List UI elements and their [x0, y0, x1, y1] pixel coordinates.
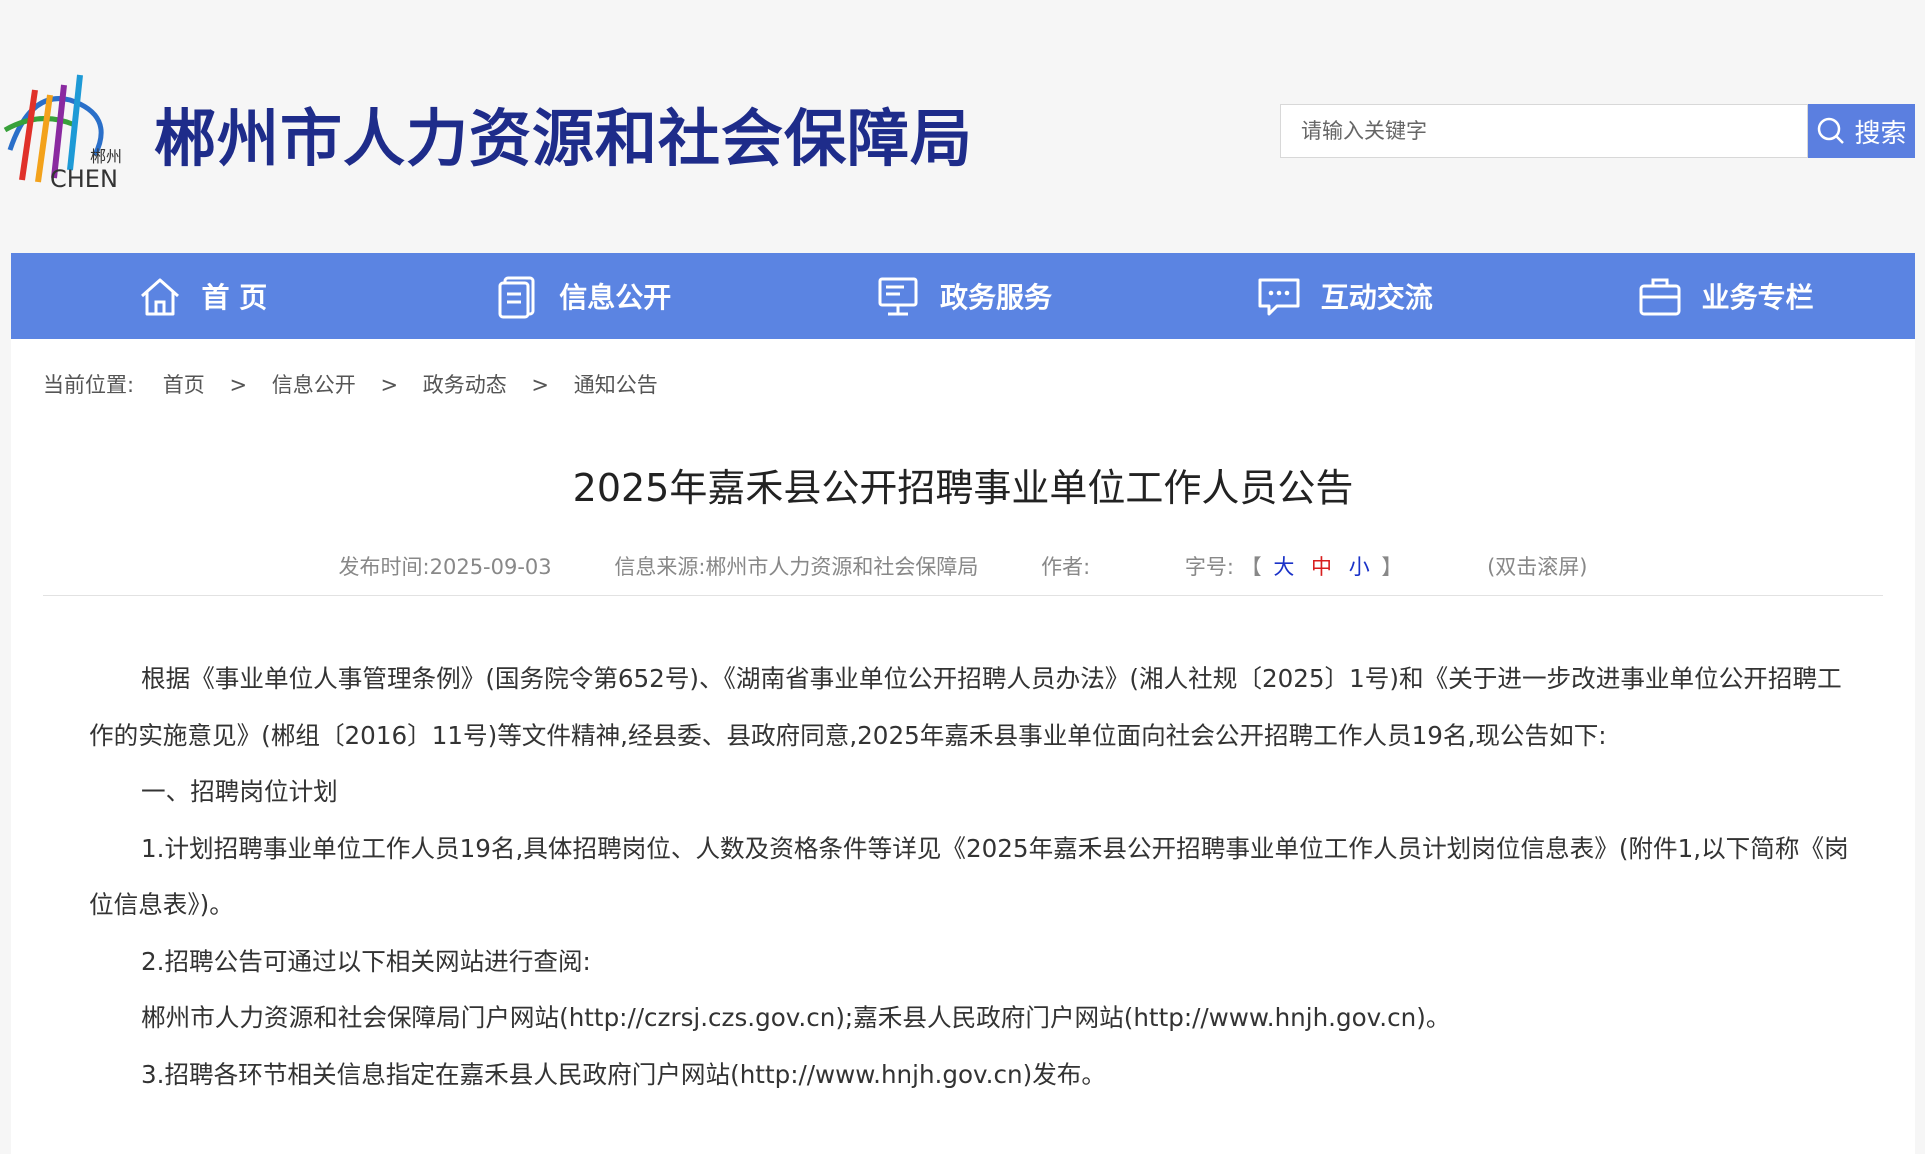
main-nav: 首 页 信息公开 政务服务 互动交流 业务专栏: [11, 253, 1915, 339]
logo-graphic: 郴州 CHEN: [3, 74, 122, 193]
article-paragraph: 3.招聘各环节相关信息指定在嘉禾县人民政府门户网站(http://www.hnj…: [141, 1059, 1106, 1089]
search-button-label: 搜索: [1854, 118, 1907, 149]
site-header: 郴州 CHEN 郴州市人力资源和社会保障局 搜索: [0, 0, 1925, 253]
author: 作者:: [1041, 555, 1091, 579]
breadcrumb-separator: >: [229, 373, 248, 397]
nav-label: 互动交流: [1320, 281, 1433, 314]
font-size-small[interactable]: 小: [1349, 555, 1370, 579]
nav-label: 信息公开: [559, 281, 672, 314]
font-size-control: 字号: 【 大 中 小 】: [1185, 555, 1409, 579]
nav-label: 业务专栏: [1701, 281, 1814, 314]
font-size-medium[interactable]: 中: [1311, 555, 1332, 579]
nav-item-business[interactable]: 业务专栏: [1534, 253, 1915, 339]
site-logo[interactable]: 郴州 CHEN: [0, 70, 130, 193]
search-box: [1280, 104, 1808, 158]
scroll-hint[interactable]: (双击滚屏): [1487, 555, 1587, 579]
breadcrumb-link-info[interactable]: 信息公开: [272, 369, 356, 399]
meta-divider: [43, 595, 1883, 596]
breadcrumb-link-home[interactable]: 首页: [163, 369, 205, 399]
site-title: 郴州市人力资源和社会保障局: [154, 102, 974, 175]
breadcrumb: 当前位置: 首页 > 信息公开 > 政务动态 > 通知公告: [43, 369, 658, 399]
font-size-bracket-open: 【: [1240, 555, 1262, 579]
publish-time: 发布时间:2025-09-03: [338, 555, 552, 579]
nav-item-services[interactable]: 政务服务: [773, 253, 1154, 339]
article-body: 根据《事业单位人事管理条例》(国务院令第652号)、《湖南省事业单位公开招聘人员…: [89, 651, 1849, 1103]
article-title: 2025年嘉禾县公开招聘事业单位工作人员公告: [572, 466, 1354, 510]
nav-label: 首 页: [201, 281, 268, 314]
monitor-icon: [878, 277, 918, 316]
main-content: 当前位置: 首页 > 信息公开 > 政务动态 > 通知公告 2025年嘉禾县公开…: [11, 339, 1915, 1154]
search-input[interactable]: [1281, 105, 1805, 157]
font-size-bracket-close: 】: [1381, 555, 1403, 579]
nav-item-info[interactable]: 信息公开: [392, 253, 773, 339]
article-paragraph: 2.招聘公告可通过以下相关网站进行查阅:: [141, 946, 591, 976]
nav-label: 政务服务: [939, 281, 1052, 314]
search-button[interactable]: 搜索: [1808, 104, 1915, 158]
breadcrumb-separator: >: [531, 373, 550, 397]
article-paragraph: 1.计划招聘事业单位工作人员19名,具体招聘岗位、人数及资格条件等详见《2025…: [89, 833, 1849, 920]
breadcrumb-separator: >: [380, 373, 399, 397]
font-size-large[interactable]: 大: [1273, 555, 1294, 579]
breadcrumb-prefix: 当前位置:: [43, 373, 135, 397]
article-paragraph: 根据《事业单位人事管理条例》(国务院令第652号)、《湖南省事业单位公开招聘人员…: [89, 664, 1842, 750]
article-paragraph: 一、招聘岗位计划: [141, 777, 338, 806]
article-meta: 发布时间:2025-09-03 信息来源:郴州市人力资源和社会保障局 作者: 字…: [11, 551, 1915, 581]
briefcase-icon: [1639, 278, 1681, 316]
chat-icon: [1258, 278, 1300, 316]
breadcrumb-link-news[interactable]: 政务动态: [423, 369, 507, 399]
breadcrumb-link-notices[interactable]: 通知公告: [574, 369, 658, 399]
font-size-label: 字号:: [1184, 555, 1234, 579]
search-icon: [1818, 117, 1845, 144]
home-icon: [140, 278, 179, 316]
logo-text-en: CHEN: [50, 165, 118, 190]
document-icon: [498, 276, 535, 319]
nav-item-home[interactable]: 首 页: [11, 253, 392, 339]
nav-item-interaction[interactable]: 互动交流: [1153, 253, 1534, 339]
info-source: 信息来源:郴州市人力资源和社会保障局: [614, 555, 979, 579]
article-paragraph: 郴州市人力资源和社会保障局门户网站(http://czrsj.czs.gov.c…: [141, 1003, 1451, 1032]
logo-text-cn: 郴州: [90, 147, 122, 166]
